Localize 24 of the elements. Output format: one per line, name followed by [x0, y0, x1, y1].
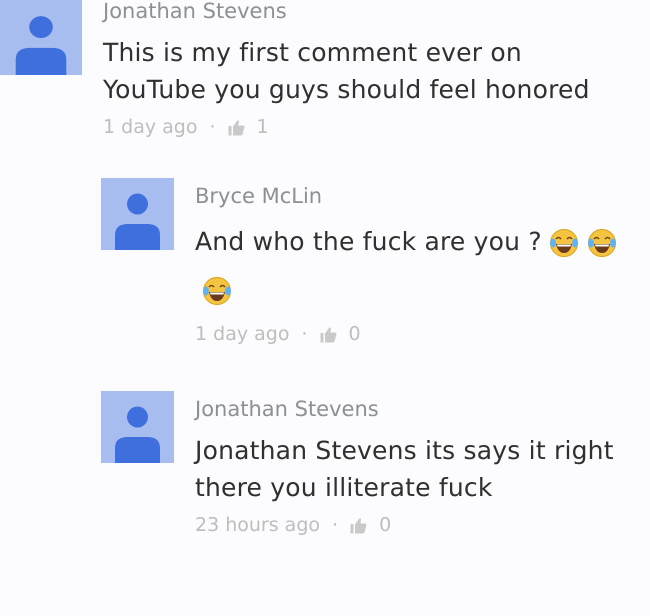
thumbs-up-icon[interactable]	[350, 516, 368, 534]
comment-author: Jonathan Stevens	[103, 0, 287, 22]
default-avatar-icon	[101, 391, 174, 463]
separator-dot: ·	[209, 116, 216, 138]
comment-text: Jonathan Stevens its says it right there you illiterate fuck	[195, 436, 614, 502]
like-count: 1	[256, 116, 269, 138]
thumbs-up-icon[interactable]	[228, 118, 244, 136]
comment-time: 1 day ago	[103, 116, 198, 138]
comment-time: 23 hours ago	[195, 514, 320, 536]
default-avatar-icon	[101, 178, 174, 250]
comment-author: Bryce McLin	[195, 185, 322, 207]
comment-time: 1 day ago	[195, 323, 290, 345]
like-count: 0	[379, 514, 392, 536]
separator-dot: ·	[301, 323, 308, 345]
like-count: 0	[348, 323, 361, 345]
laughing-crying-face-icon	[201, 275, 233, 307]
laughing-crying-face-icon	[586, 227, 618, 259]
comment-text: And who the fuck are you ?	[195, 226, 542, 256]
comment-text: This is my first comment ever on YouTube you guys should feel honored	[103, 38, 590, 104]
default-avatar-icon	[0, 0, 82, 75]
thumbs-up-icon[interactable]	[320, 326, 336, 342]
comment-author: Jonathan Stevens	[195, 398, 379, 420]
separator-dot: ·	[332, 514, 338, 536]
laughing-crying-face-icon	[548, 227, 580, 259]
